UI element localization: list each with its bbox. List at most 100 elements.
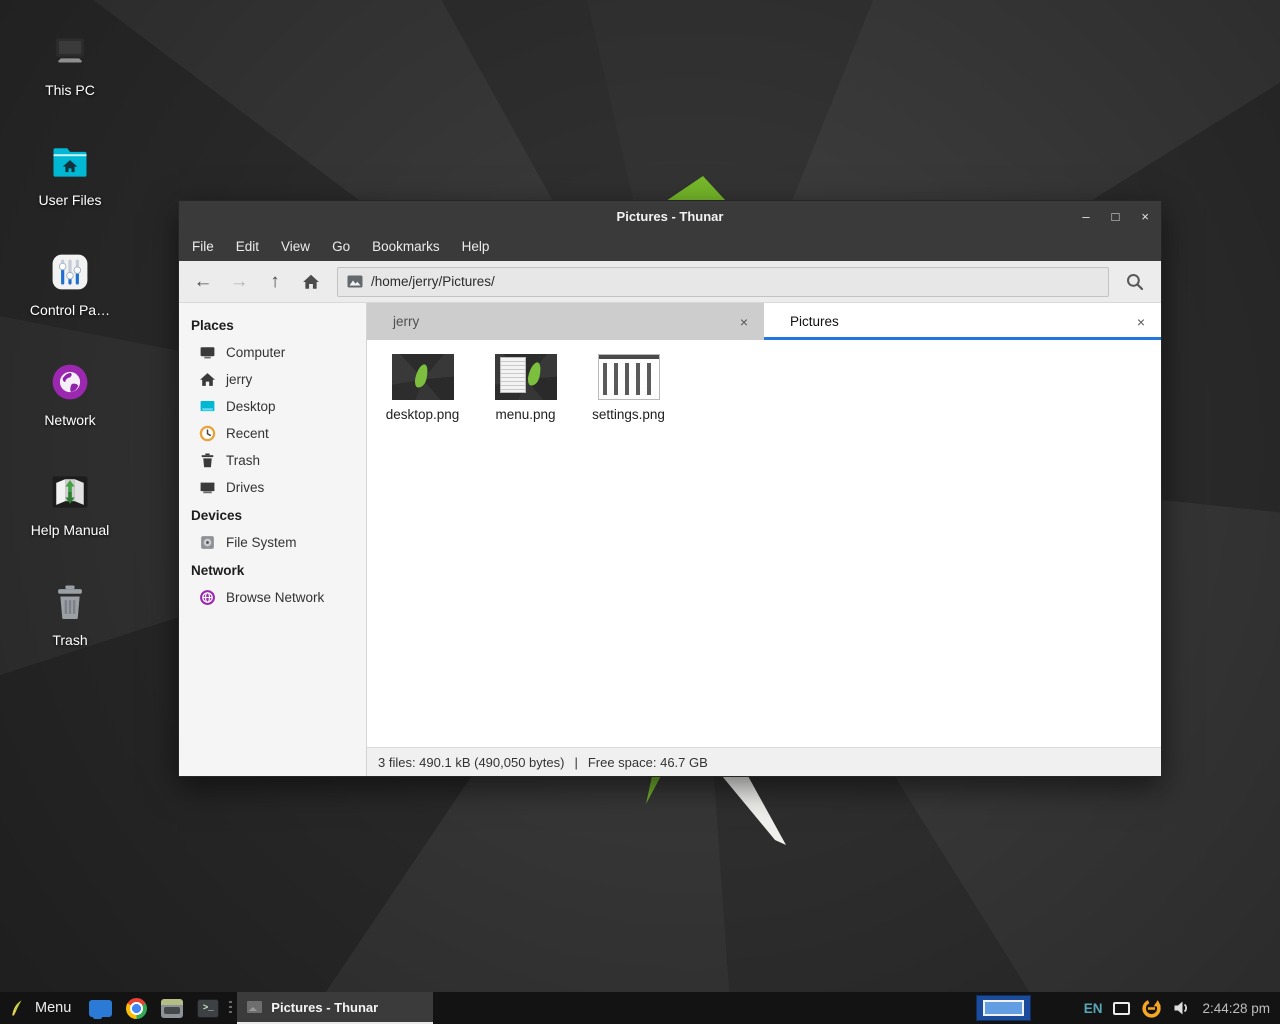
start-menu-button[interactable]: Menu — [0, 992, 82, 1024]
sidebar-item-trash[interactable]: Trash — [179, 447, 366, 474]
sidebar: Places Computer jerry Desktop Recent — [179, 303, 367, 776]
minimize-button[interactable]: – — [1082, 210, 1089, 223]
search-icon — [1125, 272, 1145, 292]
sidebar-item-desktop[interactable]: Desktop — [179, 393, 366, 420]
menu-view[interactable]: View — [270, 233, 321, 260]
desktop-icon-label: User Files — [38, 192, 101, 208]
volume-icon[interactable] — [1173, 1000, 1191, 1016]
sidebar-item-jerry[interactable]: jerry — [179, 366, 366, 393]
menu-help[interactable]: Help — [451, 233, 501, 260]
window-body: Places Computer jerry Desktop Recent — [179, 303, 1161, 776]
tab-jerry[interactable]: jerry × — [367, 303, 764, 340]
path-bar[interactable]: /home/jerry/Pictures/ — [337, 267, 1109, 297]
sidebar-item-browse-network[interactable]: Browse Network — [179, 584, 366, 611]
menu-button-label: Menu — [35, 1000, 71, 1016]
display-tray-icon[interactable] — [1113, 1002, 1130, 1015]
browse-network-globe-icon — [199, 589, 216, 606]
maximize-button[interactable]: □ — [1112, 210, 1120, 223]
archive-cabinet-icon — [161, 999, 183, 1018]
active-workspace — [983, 1000, 1024, 1016]
tab-pictures[interactable]: Pictures × — [764, 303, 1161, 340]
sidebar-item-recent[interactable]: Recent — [179, 420, 366, 447]
search-button[interactable] — [1115, 266, 1155, 298]
task-window-icon — [247, 1001, 262, 1013]
main-pane: jerry × Pictures × desktop.png — [367, 303, 1161, 776]
desktop-icon-control-panel[interactable]: Control Pa… — [20, 238, 120, 348]
desktop-icon-label: Trash — [52, 632, 87, 648]
status-free-space-text: Free space: 46.7 GB — [588, 755, 708, 770]
menu-file[interactable]: File — [181, 233, 225, 260]
sidebar-item-computer[interactable]: Computer — [179, 339, 366, 366]
trash-small-icon — [199, 452, 216, 469]
menu-edit[interactable]: Edit — [225, 233, 270, 260]
path-text: /home/jerry/Pictures/ — [371, 274, 495, 289]
image-file-icon — [347, 275, 363, 288]
forward-button[interactable]: → — [221, 266, 257, 298]
sidebar-item-file-system[interactable]: File System — [179, 529, 366, 556]
home-button[interactable] — [293, 266, 329, 298]
sidebar-item-label: jerry — [226, 372, 252, 387]
desktop-icon-trash[interactable]: Trash — [20, 568, 120, 678]
sidebar-item-label: Trash — [226, 453, 260, 468]
menu-png-thumbnail — [495, 354, 557, 400]
desktop-icon-help-manual[interactable]: Help Manual — [20, 458, 120, 568]
file-menu-png[interactable]: menu.png — [474, 348, 577, 422]
launcher-chrome[interactable] — [126, 998, 147, 1019]
sidebar-item-label: Desktop — [226, 399, 276, 414]
desktop-monitor-icon — [199, 398, 216, 415]
desktop-icon-label: Help Manual — [31, 522, 110, 538]
recent-clock-icon — [199, 425, 216, 442]
toolbar: ← → ↑ /home/jerry/Pictures/ — [179, 261, 1161, 303]
feather-green-sliver — [646, 776, 661, 804]
keyboard-layout-indicator[interactable]: EN — [1084, 1001, 1103, 1016]
sidebar-item-drives[interactable]: Drives — [179, 474, 366, 501]
launcher-terminal[interactable]: >_ — [197, 999, 219, 1018]
sidebar-item-label: Drives — [226, 480, 264, 495]
sidebar-item-label: Browse Network — [226, 590, 324, 605]
close-button[interactable]: × — [1141, 210, 1149, 223]
distro-feather-logo-icon — [6, 997, 26, 1019]
taskbar: Menu >_ Pictures - Thunar EN 2:44:28 pm — [0, 992, 1280, 1024]
desktop-icon-user-files[interactable]: User Files — [20, 128, 120, 238]
tab-label: Pictures — [790, 314, 839, 329]
taskbar-clock[interactable]: 2:44:28 pm — [1202, 1001, 1270, 1016]
tab-close-icon[interactable]: × — [740, 314, 748, 330]
tab-close-icon[interactable]: × — [1137, 314, 1145, 330]
file-name: settings.png — [592, 407, 665, 422]
status-files-text: 3 files: 490.1 kB (490,050 bytes) — [378, 755, 564, 770]
tasklist-drag-handle[interactable] — [229, 1001, 232, 1016]
menu-bookmarks[interactable]: Bookmarks — [361, 233, 451, 260]
sidebar-item-label: Computer — [226, 345, 285, 360]
blue-app-icon — [89, 1000, 112, 1017]
file-settings-png[interactable]: settings.png — [577, 348, 680, 422]
sidebar-item-label: Recent — [226, 426, 269, 441]
launcher-file-manager-blue[interactable] — [89, 1000, 112, 1017]
file-name: menu.png — [495, 407, 555, 422]
trash-icon — [48, 580, 92, 624]
this-pc-icon — [48, 30, 92, 74]
desktop-icon-this-pc[interactable]: This PC — [20, 18, 120, 128]
file-view[interactable]: desktop.png menu.png settings.png — [367, 340, 1161, 747]
tab-label: jerry — [393, 314, 419, 329]
status-separator: | — [574, 755, 577, 770]
up-button[interactable]: ↑ — [257, 266, 293, 298]
feather-green-tip — [666, 176, 726, 201]
drives-icon — [199, 479, 216, 496]
window-title: Pictures - Thunar — [617, 209, 724, 224]
window-titlebar[interactable]: Pictures - Thunar – □ × — [179, 201, 1161, 231]
file-desktop-png[interactable]: desktop.png — [371, 348, 474, 422]
menubar: File Edit View Go Bookmarks Help — [179, 231, 1161, 261]
user-files-folder-icon — [48, 140, 92, 184]
desktop-png-thumbnail — [392, 354, 454, 400]
desktop-icon-network[interactable]: Network — [20, 348, 120, 458]
menu-go[interactable]: Go — [321, 233, 361, 260]
back-button[interactable]: ← — [185, 266, 221, 298]
workspace-pager[interactable] — [976, 995, 1031, 1021]
desktop-icon-grid: This PC User Files Control Pa… Network H — [20, 18, 120, 678]
desktop-root: This PC User Files Control Pa… Network H — [0, 0, 1280, 1024]
thunar-window: Pictures - Thunar – □ × File Edit View G… — [178, 200, 1162, 777]
launcher-archive-manager[interactable] — [161, 999, 183, 1018]
sidebar-header-devices: Devices — [179, 501, 366, 529]
update-notifier-icon[interactable] — [1141, 998, 1162, 1019]
task-button-thunar[interactable]: Pictures - Thunar — [237, 992, 433, 1024]
